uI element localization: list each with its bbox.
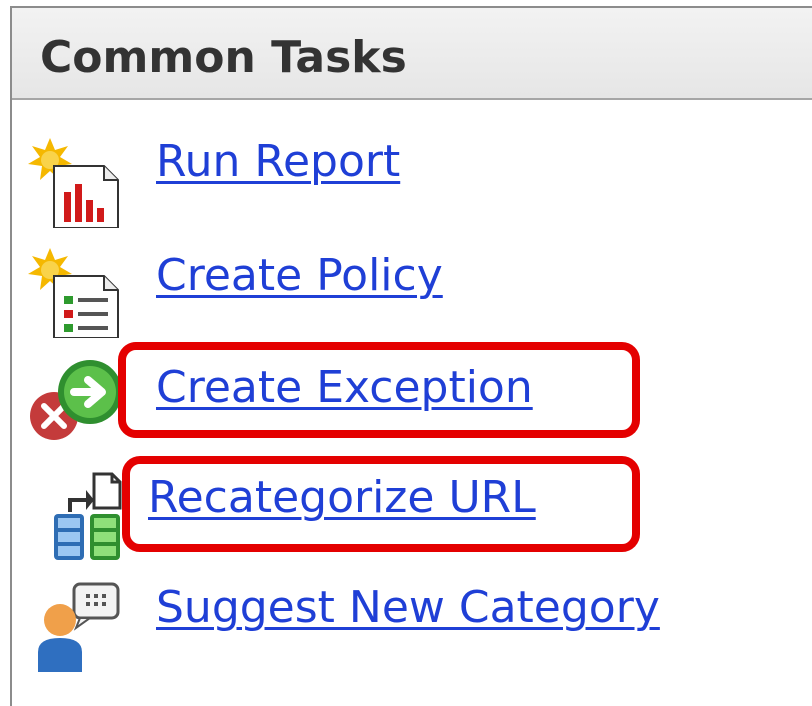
suggest-new-category-link[interactable]: Suggest New Category bbox=[156, 586, 660, 630]
suggest-category-icon bbox=[28, 580, 128, 672]
task-item-create-exception: Create Exception bbox=[0, 340, 812, 440]
common-tasks-panel: Common Tasks Run Report Create Policy Cr… bbox=[0, 0, 812, 706]
task-item-recategorize-url: Recategorize URL bbox=[0, 450, 812, 560]
run-report-link[interactable]: Run Report bbox=[156, 140, 400, 184]
create-exception-link[interactable]: Create Exception bbox=[156, 366, 533, 410]
create-policy-link[interactable]: Create Policy bbox=[156, 254, 443, 298]
task-item-run-report: Run Report bbox=[0, 118, 812, 229]
recategorize-url-link[interactable]: Recategorize URL bbox=[148, 476, 536, 520]
create-exception-icon bbox=[28, 354, 128, 446]
run-report-icon bbox=[28, 136, 128, 229]
create-policy-icon bbox=[28, 246, 128, 339]
task-item-create-policy: Create Policy bbox=[0, 228, 812, 339]
recategorize-url-icon bbox=[28, 470, 128, 562]
panel-title: Common Tasks bbox=[40, 32, 407, 83]
panel-header: Common Tasks bbox=[12, 8, 812, 100]
task-item-suggest-new-category: Suggest New Category bbox=[0, 566, 812, 672]
